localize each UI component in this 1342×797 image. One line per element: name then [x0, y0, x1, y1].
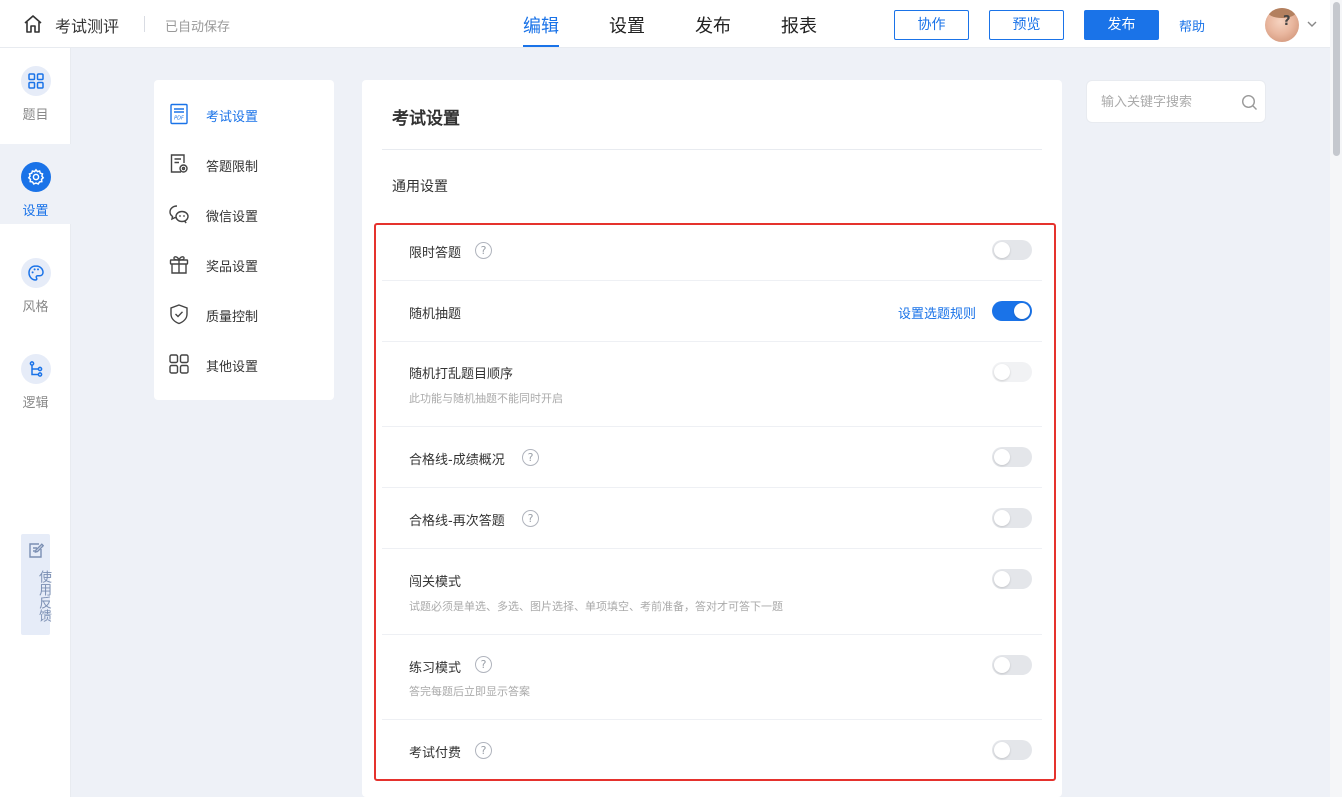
feedback-button[interactable]: 使用反馈 [21, 534, 51, 635]
tab-report[interactable]: 报表 [781, 12, 817, 38]
title-divider [144, 16, 145, 32]
highlight-box [374, 223, 1056, 781]
search-input[interactable] [1101, 92, 1241, 112]
autosave-status: 已自动保存 [165, 20, 231, 35]
rail-item-logic[interactable]: 逻辑 [0, 336, 71, 416]
rail-label: 逻辑 [22, 396, 49, 411]
palette-icon [21, 258, 51, 288]
menu-item-wechat-settings[interactable]: 微信设置 [168, 199, 328, 229]
gear-icon [21, 162, 51, 192]
menu-label: 质量控制 [206, 310, 259, 325]
gift-icon [169, 256, 189, 274]
rail-item-style[interactable]: 风格 [0, 240, 71, 320]
divider [382, 149, 1042, 150]
section-title: 通用设置 [392, 179, 448, 195]
svg-text:PDF: PDF [174, 116, 184, 122]
search-box [1086, 80, 1266, 123]
feedback-label: 使用反馈 [36, 570, 51, 622]
menu-item-other-settings[interactable]: 其他设置 [168, 349, 328, 379]
tab-publish[interactable]: 发布 [695, 12, 731, 38]
tab-edit[interactable]: 编辑 [523, 12, 559, 47]
home-icon[interactable] [22, 13, 44, 35]
menu-label: 微信设置 [206, 210, 259, 225]
preview-button[interactable]: 预览 [989, 10, 1064, 40]
apps-icon [169, 354, 189, 374]
rail-label: 设置 [22, 204, 49, 219]
publish-button[interactable]: 发布 [1084, 10, 1159, 40]
collaborate-button[interactable]: 协作 [894, 10, 969, 40]
rail-item-settings[interactable]: 设置 [0, 144, 71, 224]
menu-item-prize-settings[interactable]: 奖品设置 [168, 249, 328, 279]
menu-label: 考试设置 [206, 110, 259, 125]
top-bar: 考试测评 已自动保存 编辑 设置 发布 报表 协作 预览 发布 帮助 ? [0, 0, 1342, 48]
menu-label: 其他设置 [206, 360, 259, 375]
tab-settings[interactable]: 设置 [609, 12, 645, 38]
panel-title: 考试设置 [392, 109, 460, 129]
grid-icon [21, 66, 51, 96]
scroll-thumb[interactable] [1333, 2, 1340, 156]
settings-menu: PDF 考试设置 答题限制 微信设置 奖品设置 质量控制 其他设置 [154, 80, 334, 400]
rail-label: 题目 [22, 108, 49, 123]
left-rail: 题目 设置 风格 逻辑 使用反馈 [0, 48, 71, 797]
app-title: 考试测评 [55, 17, 120, 36]
wechat-icon [169, 205, 189, 224]
avatar[interactable]: ? [1265, 8, 1299, 42]
menu-label: 答题限制 [206, 160, 259, 175]
rail-item-questions[interactable]: 题目 [0, 48, 71, 128]
help-link[interactable]: 帮助 [1179, 16, 1205, 35]
search-icon[interactable] [1241, 94, 1258, 111]
menu-item-answer-limit[interactable]: 答题限制 [168, 149, 328, 179]
avatar-hair [1267, 8, 1297, 18]
limit-doc-icon [170, 154, 188, 173]
exam-doc-icon: PDF [170, 103, 188, 125]
chevron-down-icon[interactable] [1306, 18, 1318, 30]
edit-note-icon [29, 543, 44, 558]
shield-check-icon [170, 304, 188, 325]
scrollbar[interactable] [1330, 0, 1342, 797]
menu-item-quality-control[interactable]: 质量控制 [168, 299, 328, 329]
settings-panel: 考试设置 通用设置 限时答题 ? 随机抽题 设置选题规则 随机打乱题目顺序 此功… [362, 80, 1062, 797]
menu-item-exam-settings[interactable]: PDF 考试设置 [168, 99, 328, 129]
avatar-mark: ? [1283, 14, 1291, 29]
rail-label: 风格 [22, 300, 49, 315]
branch-icon [21, 354, 51, 384]
menu-label: 奖品设置 [206, 260, 259, 275]
